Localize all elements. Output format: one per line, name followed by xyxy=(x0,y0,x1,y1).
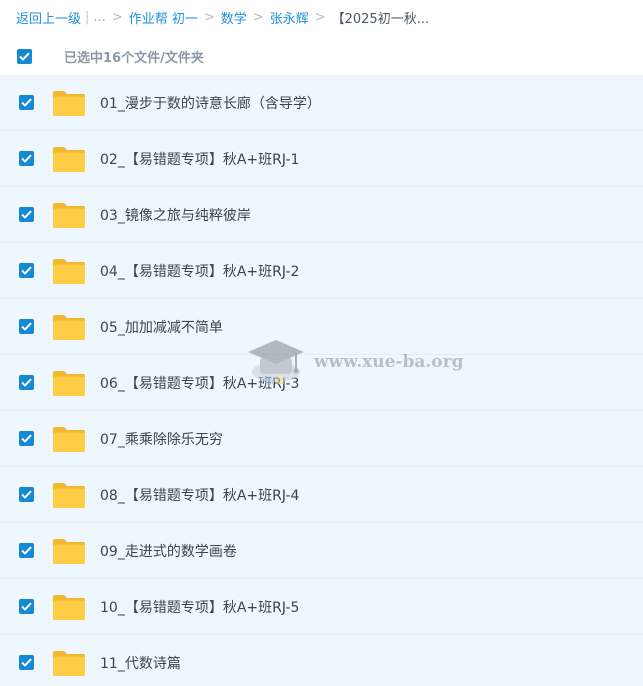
file-list: 01_漫步于数的诗意长廊（含导学） 02_【易错题专项】秋A+班RJ-1 03_镜像… xyxy=(0,75,643,686)
breadcrumb-pipe: | xyxy=(85,9,90,25)
breadcrumb-separator: > xyxy=(111,9,123,25)
folder-icon xyxy=(52,649,86,677)
file-name[interactable]: 01_漫步于数的诗意长廊（含导学） xyxy=(100,93,321,113)
breadcrumb-separator: > xyxy=(314,9,326,25)
file-row[interactable]: 05_加加减减不简单 xyxy=(0,299,643,355)
folder-icon xyxy=(52,89,86,117)
file-row[interactable]: 10_【易错题专项】秋A+班RJ-5 xyxy=(0,579,643,635)
file-browser: 返回上一级 | ... > 作业帮 初一 > 数学 > 张永辉 > 【2025初… xyxy=(0,0,643,686)
file-checkbox[interactable] xyxy=(19,151,34,166)
folder-icon xyxy=(52,313,86,341)
folder-icon xyxy=(52,145,86,173)
file-row[interactable]: 02_【易错题专项】秋A+班RJ-1 xyxy=(0,131,643,187)
file-name[interactable]: 09_走进式的数学画卷 xyxy=(100,541,237,561)
file-checkbox[interactable] xyxy=(19,543,34,558)
checkmark-icon xyxy=(21,322,32,331)
file-name[interactable]: 06_【易错题专项】秋A+班RJ-3 xyxy=(100,373,299,393)
file-row[interactable]: 04_【易错题专项】秋A+班RJ-2 xyxy=(0,243,643,299)
file-row[interactable]: 11_代数诗篇 xyxy=(0,635,643,686)
select-all-checkbox[interactable] xyxy=(17,48,32,64)
breadcrumb-separator: > xyxy=(252,9,264,25)
file-name[interactable]: 10_【易错题专项】秋A+班RJ-5 xyxy=(100,597,299,617)
file-name[interactable]: 11_代数诗篇 xyxy=(100,653,181,673)
checkmark-icon xyxy=(21,98,32,107)
breadcrumb-item-math[interactable]: 数学 xyxy=(221,8,247,27)
selection-count-text: 已选中16个文件/文件夹 xyxy=(64,50,204,66)
file-checkbox[interactable] xyxy=(19,207,34,222)
file-checkbox[interactable] xyxy=(19,431,34,446)
breadcrumb-item-homework[interactable]: 作业帮 初一 xyxy=(129,8,198,27)
file-name[interactable]: 02_【易错题专项】秋A+班RJ-1 xyxy=(100,149,299,169)
checkmark-icon xyxy=(21,378,32,387)
folder-icon xyxy=(52,369,86,397)
checkmark-icon xyxy=(21,434,32,443)
file-name[interactable]: 04_【易错题专项】秋A+班RJ-2 xyxy=(100,261,299,281)
folder-icon xyxy=(52,425,86,453)
breadcrumb-item-teacher[interactable]: 张永辉 xyxy=(270,8,309,27)
file-row[interactable]: 07_乘乘除除乐无穷 xyxy=(0,411,643,467)
file-checkbox[interactable] xyxy=(19,375,34,390)
file-row[interactable]: 03_镜像之旅与纯粹彼岸 xyxy=(0,187,643,243)
checkmark-icon xyxy=(21,154,32,163)
checkmark-icon xyxy=(21,266,32,275)
file-row[interactable]: 09_走进式的数学画卷 xyxy=(0,523,643,579)
breadcrumb-ellipsis[interactable]: ... xyxy=(93,10,105,25)
file-checkbox[interactable] xyxy=(19,655,34,670)
breadcrumb: 返回上一级 | ... > 作业帮 初一 > 数学 > 张永辉 > 【2025初… xyxy=(16,0,429,34)
selection-bar: 已选中16个文件/文件夹 xyxy=(0,38,643,74)
checkmark-icon xyxy=(21,546,32,555)
file-name[interactable]: 08_【易错题专项】秋A+班RJ-4 xyxy=(100,485,299,505)
breadcrumb-current: 【2025初一秋... xyxy=(331,11,430,27)
file-row[interactable]: 08_【易错题专项】秋A+班RJ-4 xyxy=(0,467,643,523)
folder-icon xyxy=(52,201,86,229)
folder-icon xyxy=(52,593,86,621)
checkmark-icon xyxy=(19,52,30,61)
file-checkbox[interactable] xyxy=(19,599,34,614)
file-checkbox[interactable] xyxy=(19,319,34,334)
folder-icon xyxy=(52,537,86,565)
back-link[interactable]: 返回上一级 xyxy=(16,8,81,27)
file-name[interactable]: 07_乘乘除除乐无穷 xyxy=(100,429,223,449)
file-row[interactable]: 01_漫步于数的诗意长廊（含导学） xyxy=(0,75,643,131)
checkmark-icon xyxy=(21,490,32,499)
file-checkbox[interactable] xyxy=(19,263,34,278)
folder-icon xyxy=(52,481,86,509)
file-name[interactable]: 03_镜像之旅与纯粹彼岸 xyxy=(100,205,251,225)
file-name[interactable]: 05_加加减减不简单 xyxy=(100,317,223,337)
breadcrumb-separator: > xyxy=(203,9,215,25)
checkmark-icon xyxy=(21,658,32,667)
file-row[interactable]: 06_【易错题专项】秋A+班RJ-3 xyxy=(0,355,643,411)
checkmark-icon xyxy=(21,210,32,219)
folder-icon xyxy=(52,257,86,285)
file-checkbox[interactable] xyxy=(19,95,34,110)
checkmark-icon xyxy=(21,602,32,611)
file-checkbox[interactable] xyxy=(19,487,34,502)
